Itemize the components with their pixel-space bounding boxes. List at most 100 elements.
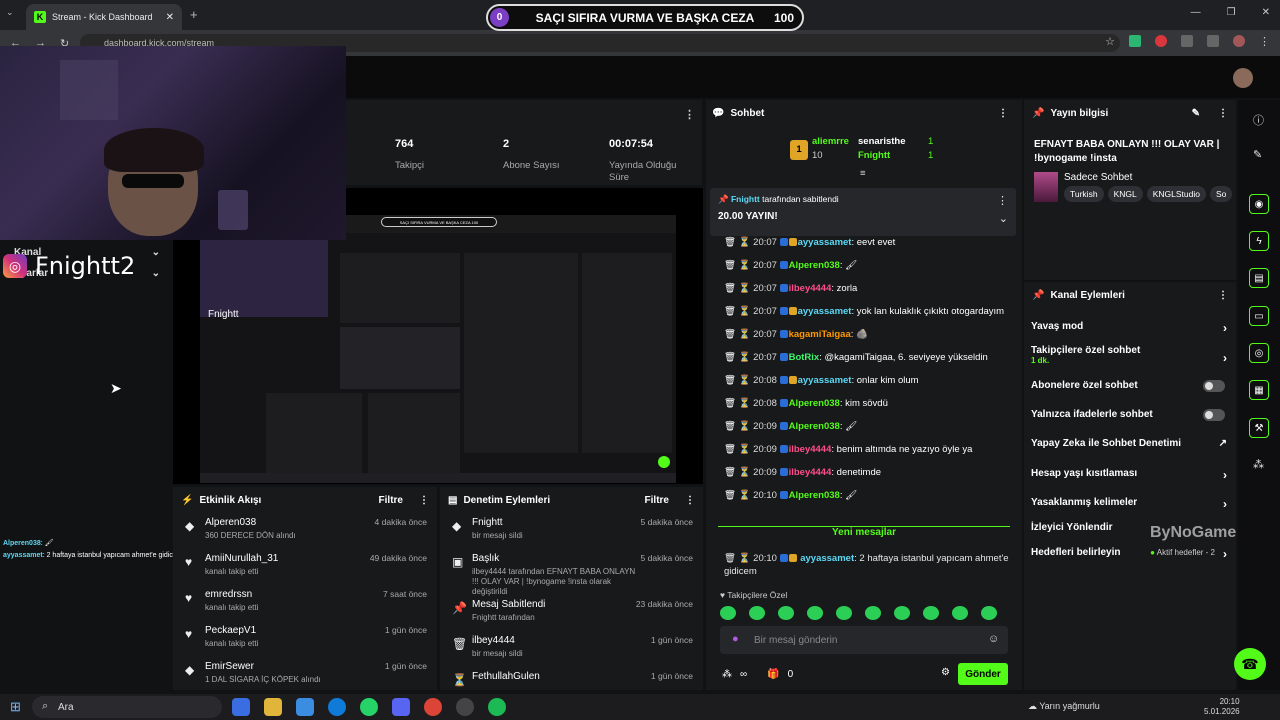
activity-item[interactable]: ♥ PeckaepV1 kanalı takip etti 1 gün önce [173,621,437,657]
trash-icon[interactable]: 🗑 [724,421,739,432]
slow-mode-row[interactable]: Yavaş mod › [1031,321,1227,335]
message-user[interactable]: ayyassamet [798,375,852,386]
pinned-menu-icon[interactable]: ⋮ [997,194,1008,207]
store-icon[interactable] [296,698,314,716]
emote-icon[interactable] [952,606,968,620]
trash-icon[interactable]: 🗑 [724,490,739,501]
moderation-item[interactable]: 🗑 ilbey4444 bir mesajı sildi 1 gün önce [440,631,703,667]
points-icon[interactable]: ⁂ [722,669,732,680]
activity-item[interactable]: ♥ emredrssn kanalı takip etti 7 saat önce [173,585,437,621]
message-user[interactable]: ilbey4444 [789,467,832,478]
activity-menu-icon[interactable]: ⋮ [419,495,429,506]
trash-icon[interactable]: 🗑 [724,260,739,271]
message-user[interactable]: Alperen038 [789,260,840,271]
channel-actions-menu-icon[interactable]: ⋮ [1218,290,1228,301]
timeout-icon[interactable]: ⏳ [739,421,753,432]
layout-icon[interactable]: ▦ [1249,380,1269,400]
minimize-icon[interactable]: — [1191,7,1201,18]
emoji-picker-icon[interactable]: ☺ [988,633,999,645]
taskbar-clock[interactable]: 20:10 5.01.2026 [1204,697,1240,717]
chrome-icon[interactable] [424,698,442,716]
message-user[interactable]: ilbey4444 [789,444,832,455]
moderation-item[interactable]: ◆ Fnightt bir mesajı sildi 5 dakika önce [440,513,703,549]
chat-menu-icon[interactable]: ⋮ [998,108,1008,119]
trash-icon[interactable]: 🗑 [724,398,739,409]
message-user[interactable]: ilbey4444 [789,283,832,294]
extension-red-icon[interactable] [1155,35,1167,47]
edge-icon[interactable] [328,698,346,716]
trash-icon[interactable]: 🗑 [724,306,739,317]
whatsapp-icon[interactable] [360,698,378,716]
help-chat-icon[interactable]: ☎ [1234,648,1266,680]
age-limit-row[interactable]: Hesap yaşı kısıtlaması › [1031,468,1227,482]
close-tab-icon[interactable]: ✕ [166,12,174,23]
timeout-icon[interactable]: ⏳ [739,490,753,501]
browser-tab[interactable]: K Stream - Kick Dashboard ✕ [26,4,182,30]
goals-row[interactable]: Hedefleri belirleyin ● Aktif hedefler - 2… [1031,547,1227,561]
emote-chat-toggle[interactable] [1203,409,1225,421]
extensions-puzzle-icon[interactable] [1181,35,1193,47]
new-tab-button[interactable]: + [190,7,198,22]
emote-icon[interactable] [981,606,997,620]
trash-icon[interactable]: 🗑 [724,375,739,386]
spotify-icon[interactable] [488,698,506,716]
broadcast-icon[interactable]: ◎ [1249,343,1269,363]
discord-icon[interactable] [392,698,410,716]
emote-icon[interactable] [807,606,823,620]
timeout-icon[interactable]: ⏳ [739,467,753,478]
microphone-icon[interactable]: ● [732,633,739,645]
trash-icon[interactable]: 🗑 [724,329,739,340]
send-button[interactable]: Gönder [958,663,1008,685]
timeout-icon[interactable]: ⏳ [739,329,753,340]
bolt-icon[interactable]: ϟ [1249,231,1269,251]
message-user[interactable]: ayyassamet [798,237,852,248]
wrench-icon[interactable]: ⚒ [1249,418,1269,438]
timeout-icon[interactable]: ⏳ [739,306,753,317]
restore-icon[interactable]: ❐ [1227,7,1236,18]
info-icon[interactable]: ⓘ [1253,112,1264,128]
pinned-message[interactable]: 📌 Fnightt tarafından sabitlendi 20.00 YA… [710,188,1016,236]
chat-settings-icon[interactable]: ⚙ [941,667,950,678]
trash-icon[interactable]: 🗑 [724,553,739,564]
activity-item[interactable]: ◆ EmirSewer 1 DAL SİGARA İÇ KÖPEK alındı 1 … [173,657,437,690]
browser-menu-icon[interactable]: ⋮ [1259,35,1270,48]
stats-menu-icon[interactable]: ⋮ [684,108,695,121]
moderation-item[interactable]: ▣ Başlık ilbey4444 tarafından EFNAYT BABA … [440,549,703,596]
banned-words-row[interactable]: Yasaklanmış kelimeler › [1031,497,1227,511]
emote-icon[interactable] [778,606,794,620]
tab-search-icon[interactable]: ⌄ [6,7,14,18]
file-explorer-icon[interactable] [264,698,282,716]
weather-widget[interactable]: ☁ Yarın yağmurlu [1028,701,1100,712]
close-window-icon[interactable]: ✕ [1262,7,1270,18]
trash-icon[interactable]: 🗑 [724,444,739,455]
user-avatar[interactable] [1233,68,1253,88]
bookmark-star-icon[interactable]: ☆ [1105,35,1115,48]
emote-icon[interactable] [865,606,881,620]
timeout-icon[interactable]: ⏳ [739,444,753,455]
edit-icon[interactable]: ✎ [1253,148,1262,161]
timeout-icon[interactable]: ⏳ [739,237,753,248]
moderation-item[interactable]: ⏳ FethullahGulen 1 gün önce [440,667,703,690]
chat-icon[interactable]: ▭ [1249,306,1269,326]
copilot-icon[interactable] [232,698,250,716]
subs-chat-toggle[interactable] [1203,380,1225,392]
ai-mod-row[interactable]: Yapay Zeka ile Sohbet Denetimi ↗ [1031,438,1227,449]
timeout-icon[interactable]: ⏳ [739,553,753,564]
emote-icon[interactable] [836,606,852,620]
obs-icon[interactable] [456,698,474,716]
camera-icon[interactable]: ◉ [1249,194,1269,214]
emote-icon[interactable] [923,606,939,620]
message-user[interactable]: kagamiTaigaa [789,329,851,340]
profile-icon[interactable] [1233,35,1245,47]
message-user[interactable]: Alperen038 [789,398,840,409]
trash-icon[interactable]: 🗑 [724,352,739,363]
extension-green-icon[interactable] [1129,35,1141,47]
new-messages-divider[interactable]: Yeni mesajlar [718,526,1010,540]
apps-icon[interactable]: ⁂ [1253,458,1264,471]
stream-info-menu-icon[interactable]: ⋮ [1218,108,1228,119]
message-user[interactable]: ayyassamet [800,553,854,564]
chat-input[interactable]: Bir mesaj gönderin [720,626,1008,654]
activity-item[interactable]: ♥ AmiiNurullah_31 kanalı takip etti 49 daki… [173,549,437,585]
message-user[interactable]: BotRix [789,352,820,363]
media-icon[interactable] [1207,35,1219,47]
